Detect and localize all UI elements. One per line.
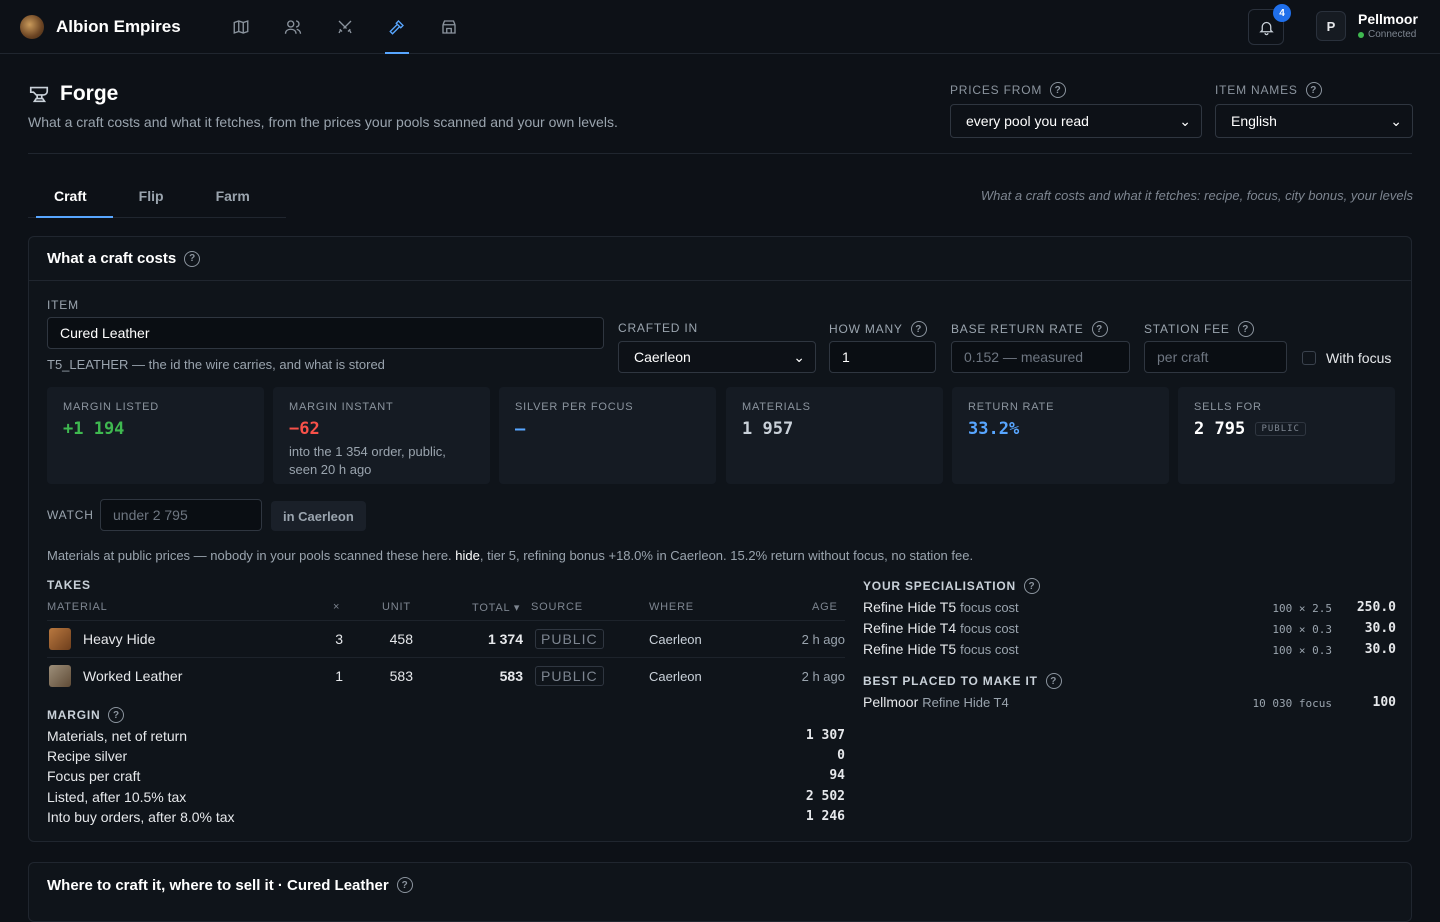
watch-button[interactable]: in Caerleon (271, 501, 366, 531)
stat-materials: MATERIALS 1 957 (726, 387, 943, 484)
help-icon[interactable]: ? (184, 250, 201, 267)
best-placed-row: Pellmoor Refine Hide T4 10 030 focus 100 (863, 694, 1396, 710)
prices-from-label: PRICES FROM (950, 83, 1043, 97)
page-header: Forge What a craft costs and what it fet… (28, 82, 1413, 154)
item-names-select[interactable]: English ⌄ (1215, 104, 1413, 138)
hammer-icon[interactable] (371, 0, 423, 54)
help-icon[interactable]: ? (910, 321, 927, 337)
worked-leather-icon (49, 665, 71, 687)
user-info: Pellmoor Connected (1358, 11, 1418, 40)
item-input[interactable]: Cured Leather (47, 317, 604, 349)
store-icon[interactable] (423, 0, 475, 54)
help-icon[interactable]: ? (1091, 321, 1108, 337)
how-many-input[interactable]: 1 (829, 341, 936, 373)
col-qty[interactable]: × (333, 601, 340, 613)
chevron-down-icon: ⌄ (793, 348, 805, 365)
bell-icon (1258, 21, 1274, 35)
help-icon[interactable]: ? (108, 707, 125, 723)
tab-farm[interactable]: Farm (190, 174, 276, 217)
top-bar: Albion Empires 4 P Pellmoor Connected (0, 0, 1440, 54)
notifications-button[interactable]: 4 (1248, 4, 1291, 45)
col-age[interactable]: AGE (812, 601, 838, 613)
col-unit[interactable]: UNIT (382, 601, 411, 613)
hide-link[interactable]: hide (455, 548, 480, 563)
help-icon[interactable]: ? (1050, 82, 1067, 98)
help-icon[interactable]: ? (1305, 82, 1322, 98)
crafted-in-select[interactable]: Caerleon ⌄ (618, 341, 816, 373)
spec-row: Refine Hide T5 focus cost 100 × 0.3 30.0 (863, 641, 1396, 657)
materials-note: Materials at public prices — nobody in y… (47, 548, 974, 563)
margin-row: Materials, net of return 1 307 (47, 728, 845, 744)
stat-silver-per-focus: SILVER PER FOCUS – (499, 387, 716, 484)
margin-row: Listed, after 10.5% tax 2 502 (47, 789, 845, 805)
help-icon[interactable]: ? (1045, 673, 1062, 689)
source-badge: PUBLIC (535, 666, 604, 686)
margin-label: MARGIN (47, 708, 101, 722)
swords-icon[interactable] (319, 0, 371, 54)
best-placed-label: BEST PLACED TO MAKE IT (863, 674, 1038, 688)
item-hint: T5_LEATHER — the id the wire carries, an… (47, 357, 385, 372)
page-title: Forge (60, 82, 119, 105)
margin-row: Into buy orders, after 8.0% tax 1 246 (47, 809, 845, 825)
users-icon[interactable] (267, 0, 319, 54)
station-fee-label: STATION FEE (1144, 322, 1230, 336)
avatar[interactable]: P (1316, 11, 1346, 41)
watch-input[interactable]: under 2 795 (100, 499, 262, 531)
stat-margin-listed: MARGIN LISTED +1 194 (47, 387, 264, 484)
user-status: Connected (1368, 29, 1417, 40)
spec-row: Refine Hide T5 focus cost 100 × 2.5 250.0 (863, 599, 1396, 615)
col-total[interactable]: TOTAL ▾ (472, 601, 520, 614)
base-return-input[interactable]: 0.152 — measured (951, 341, 1130, 373)
prices-from-select[interactable]: every pool you read ⌄ (950, 104, 1202, 138)
tab-craft[interactable]: Craft (28, 174, 113, 218)
app-name: Albion Empires (56, 16, 181, 36)
tab-bar: Craft Flip Farm (28, 174, 286, 218)
card-title: What a craft costs (47, 250, 177, 267)
table-row[interactable]: Worked Leather 1 583 583 PUBLIC Caerleon… (47, 657, 845, 694)
chevron-down-icon: ⌄ (1179, 112, 1191, 129)
stat-return-rate: RETURN RATE 33.2% (952, 387, 1169, 484)
item-names-label: ITEM NAMES (1215, 83, 1298, 97)
watch-label: WATCH (47, 508, 94, 522)
tab-hint: What a craft costs and what it fetches: … (980, 188, 1413, 203)
how-many-label: HOW MANY (829, 322, 903, 336)
takes-label: TAKES (47, 578, 91, 592)
card-title: Where to craft it, where to sell it · Cu… (47, 876, 389, 894)
chevron-down-icon: ⌄ (1390, 112, 1402, 129)
margin-row: Focus per craft 94 (47, 768, 845, 784)
page-subtitle: What a craft costs and what it fetches, … (28, 114, 618, 130)
help-icon[interactable]: ? (396, 877, 413, 893)
with-focus-label: With focus (1326, 350, 1392, 366)
anvil-icon (29, 86, 49, 103)
station-fee-input[interactable]: per craft (1144, 341, 1287, 373)
user-name: Pellmoor (1358, 11, 1418, 27)
base-return-label: BASE RETURN RATE (951, 322, 1084, 336)
status-dot (1358, 31, 1364, 38)
col-where[interactable]: WHERE (649, 601, 694, 613)
stat-sells-for: SELLS FOR 2 795 PUBLIC (1178, 387, 1395, 484)
stat-margin-instant: MARGIN INSTANT −62 into the 1 354 order, p… (273, 387, 490, 484)
spec-row: Refine Hide T4 focus cost 100 × 0.3 30.0 (863, 620, 1396, 636)
craft-cost-card: What a craft costs? ITEM Cured Leather T… (28, 236, 1412, 842)
app-logo (20, 14, 44, 39)
col-source[interactable]: SOURCE (531, 601, 583, 613)
source-badge: PUBLIC (535, 629, 604, 649)
tab-flip[interactable]: Flip (113, 174, 190, 217)
table-row[interactable]: Heavy Hide 3 458 1 374 PUBLIC Caerleon 2… (47, 620, 845, 657)
source-badge: PUBLIC (1255, 422, 1306, 436)
crafted-in-label: CRAFTED IN (618, 321, 698, 335)
item-label: ITEM (47, 298, 79, 312)
help-icon[interactable]: ? (1024, 578, 1040, 594)
where-to-craft-card: Where to craft it, where to sell it · Cu… (28, 862, 1412, 922)
col-material[interactable]: MATERIAL (47, 601, 108, 613)
help-icon[interactable]: ? (1237, 321, 1254, 337)
margin-row: Recipe silver 0 (47, 748, 845, 764)
map-icon[interactable] (215, 0, 267, 54)
notification-count: 4 (1273, 4, 1291, 22)
spec-label: YOUR SPECIALISATION (863, 579, 1016, 593)
heavy-hide-icon (49, 628, 71, 650)
with-focus-checkbox[interactable] (1302, 351, 1316, 365)
